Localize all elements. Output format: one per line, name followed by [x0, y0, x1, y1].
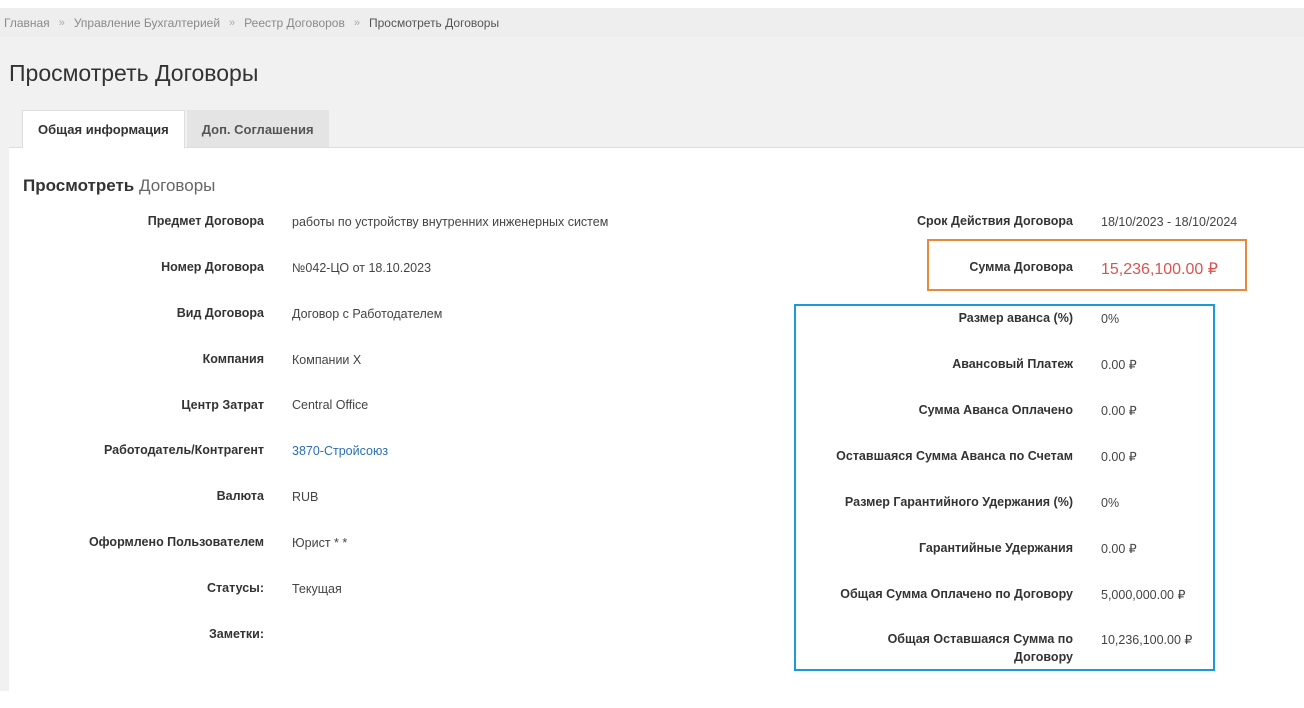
field-label-cost-center: Центр Затрат: [181, 398, 264, 412]
field-value-contract-amount: 15,236,100.00 ₽: [1101, 261, 1218, 278]
field-value-created-by: Юрист * *: [292, 536, 348, 550]
field-label-notes: Заметки:: [208, 627, 264, 641]
chevron-right-icon: »: [58, 16, 65, 29]
breadcrumb-accounting[interactable]: Управление Бухгалтерией: [74, 16, 220, 30]
field-label-counterparty: Работодатель/Контрагент: [103, 443, 264, 457]
field-value-advance-remaining: 0.00 ₽: [1101, 450, 1137, 464]
field-label-total-remaining: Общая Оставшаяся Сумма по Договору: [887, 632, 1073, 664]
tabs: Общая информация Доп. Соглашения: [22, 110, 331, 149]
section-title-light: Договоры: [138, 176, 216, 195]
field-value-advance-percent: 0%: [1101, 312, 1120, 326]
breadcrumb: Главная » Управление Бухгалтерией » Реес…: [0, 8, 1304, 37]
breadcrumb-home[interactable]: Главная: [4, 16, 50, 30]
field-label-company: Компания: [202, 352, 264, 366]
field-label-advance-paid: Сумма Аванса Оплачено: [918, 403, 1073, 417]
field-label-created-by: Оформлено Пользователем: [88, 535, 264, 549]
chevron-right-icon: »: [229, 16, 236, 29]
field-label-number: Номер Договора: [161, 260, 264, 274]
field-label-status: Статусы:: [207, 581, 264, 595]
breadcrumb-contracts-registry[interactable]: Реестр Договоров: [244, 16, 345, 30]
field-value-cost-center: Central Office: [292, 398, 369, 412]
field-value-subject: работы по устройству внутренних инженерн…: [292, 215, 609, 229]
field-label-retention: Гарантийные Удержания: [919, 541, 1073, 555]
field-value-advance-paid: 0.00 ₽: [1101, 404, 1137, 418]
field-value-type: Договор с Работодателем: [292, 307, 443, 321]
field-value-status: Текущая: [292, 582, 342, 596]
field-label-type: Вид Договора: [176, 306, 264, 320]
tab-additional-agreements[interactable]: Доп. Соглашения: [186, 110, 329, 148]
chevron-right-icon: »: [353, 16, 360, 29]
field-value-retention: 0.00 ₽: [1101, 542, 1137, 556]
field-value-total-paid: 5,000,000.00 ₽: [1101, 588, 1186, 602]
field-label-term: Срок Действия Договора: [916, 214, 1073, 228]
field-label-advance-payment: Авансовый Платеж: [952, 357, 1073, 371]
field-label-retention-percent: Размер Гарантийного Удержания (%): [844, 495, 1073, 509]
field-value-retention-percent: 0%: [1101, 496, 1120, 510]
field-value-company: Компании X: [292, 353, 362, 367]
field-value-advance-payment: 0.00 ₽: [1101, 358, 1137, 372]
tab-general-info[interactable]: Общая информация: [22, 110, 185, 149]
field-label-subject: Предмет Договора: [147, 214, 264, 228]
counterparty-link[interactable]: 3870-Стройсоюз: [292, 442, 388, 460]
field-label-contract-amount: Сумма Договора: [969, 260, 1073, 274]
page-title: Просмотреть Договоры: [9, 60, 259, 86]
breadcrumb-current: Просмотреть Договоры: [368, 15, 500, 30]
field-label-currency: Валюта: [216, 489, 264, 503]
field-value-currency: RUB: [292, 490, 319, 504]
contract-details-panel: Просмотреть Договоры Предмет Договора ра…: [9, 147, 1304, 692]
field-value-number: №042-ЦО от 18.10.2023: [292, 261, 432, 275]
section-title: Просмотреть Договоры: [23, 176, 215, 196]
field-value-term: 18/10/2023 - 18/10/2024: [1101, 215, 1238, 229]
field-label-total-paid: Общая Сумма Оплачено по Договору: [840, 587, 1073, 601]
field-label-advance-percent: Размер аванса (%): [958, 311, 1073, 325]
field-value-total-remaining: 10,236,100.00 ₽: [1101, 633, 1193, 647]
section-title-bold: Просмотреть: [23, 176, 135, 195]
field-label-advance-remaining: Оставшаяся Сумма Аванса по Счетам: [836, 449, 1073, 463]
